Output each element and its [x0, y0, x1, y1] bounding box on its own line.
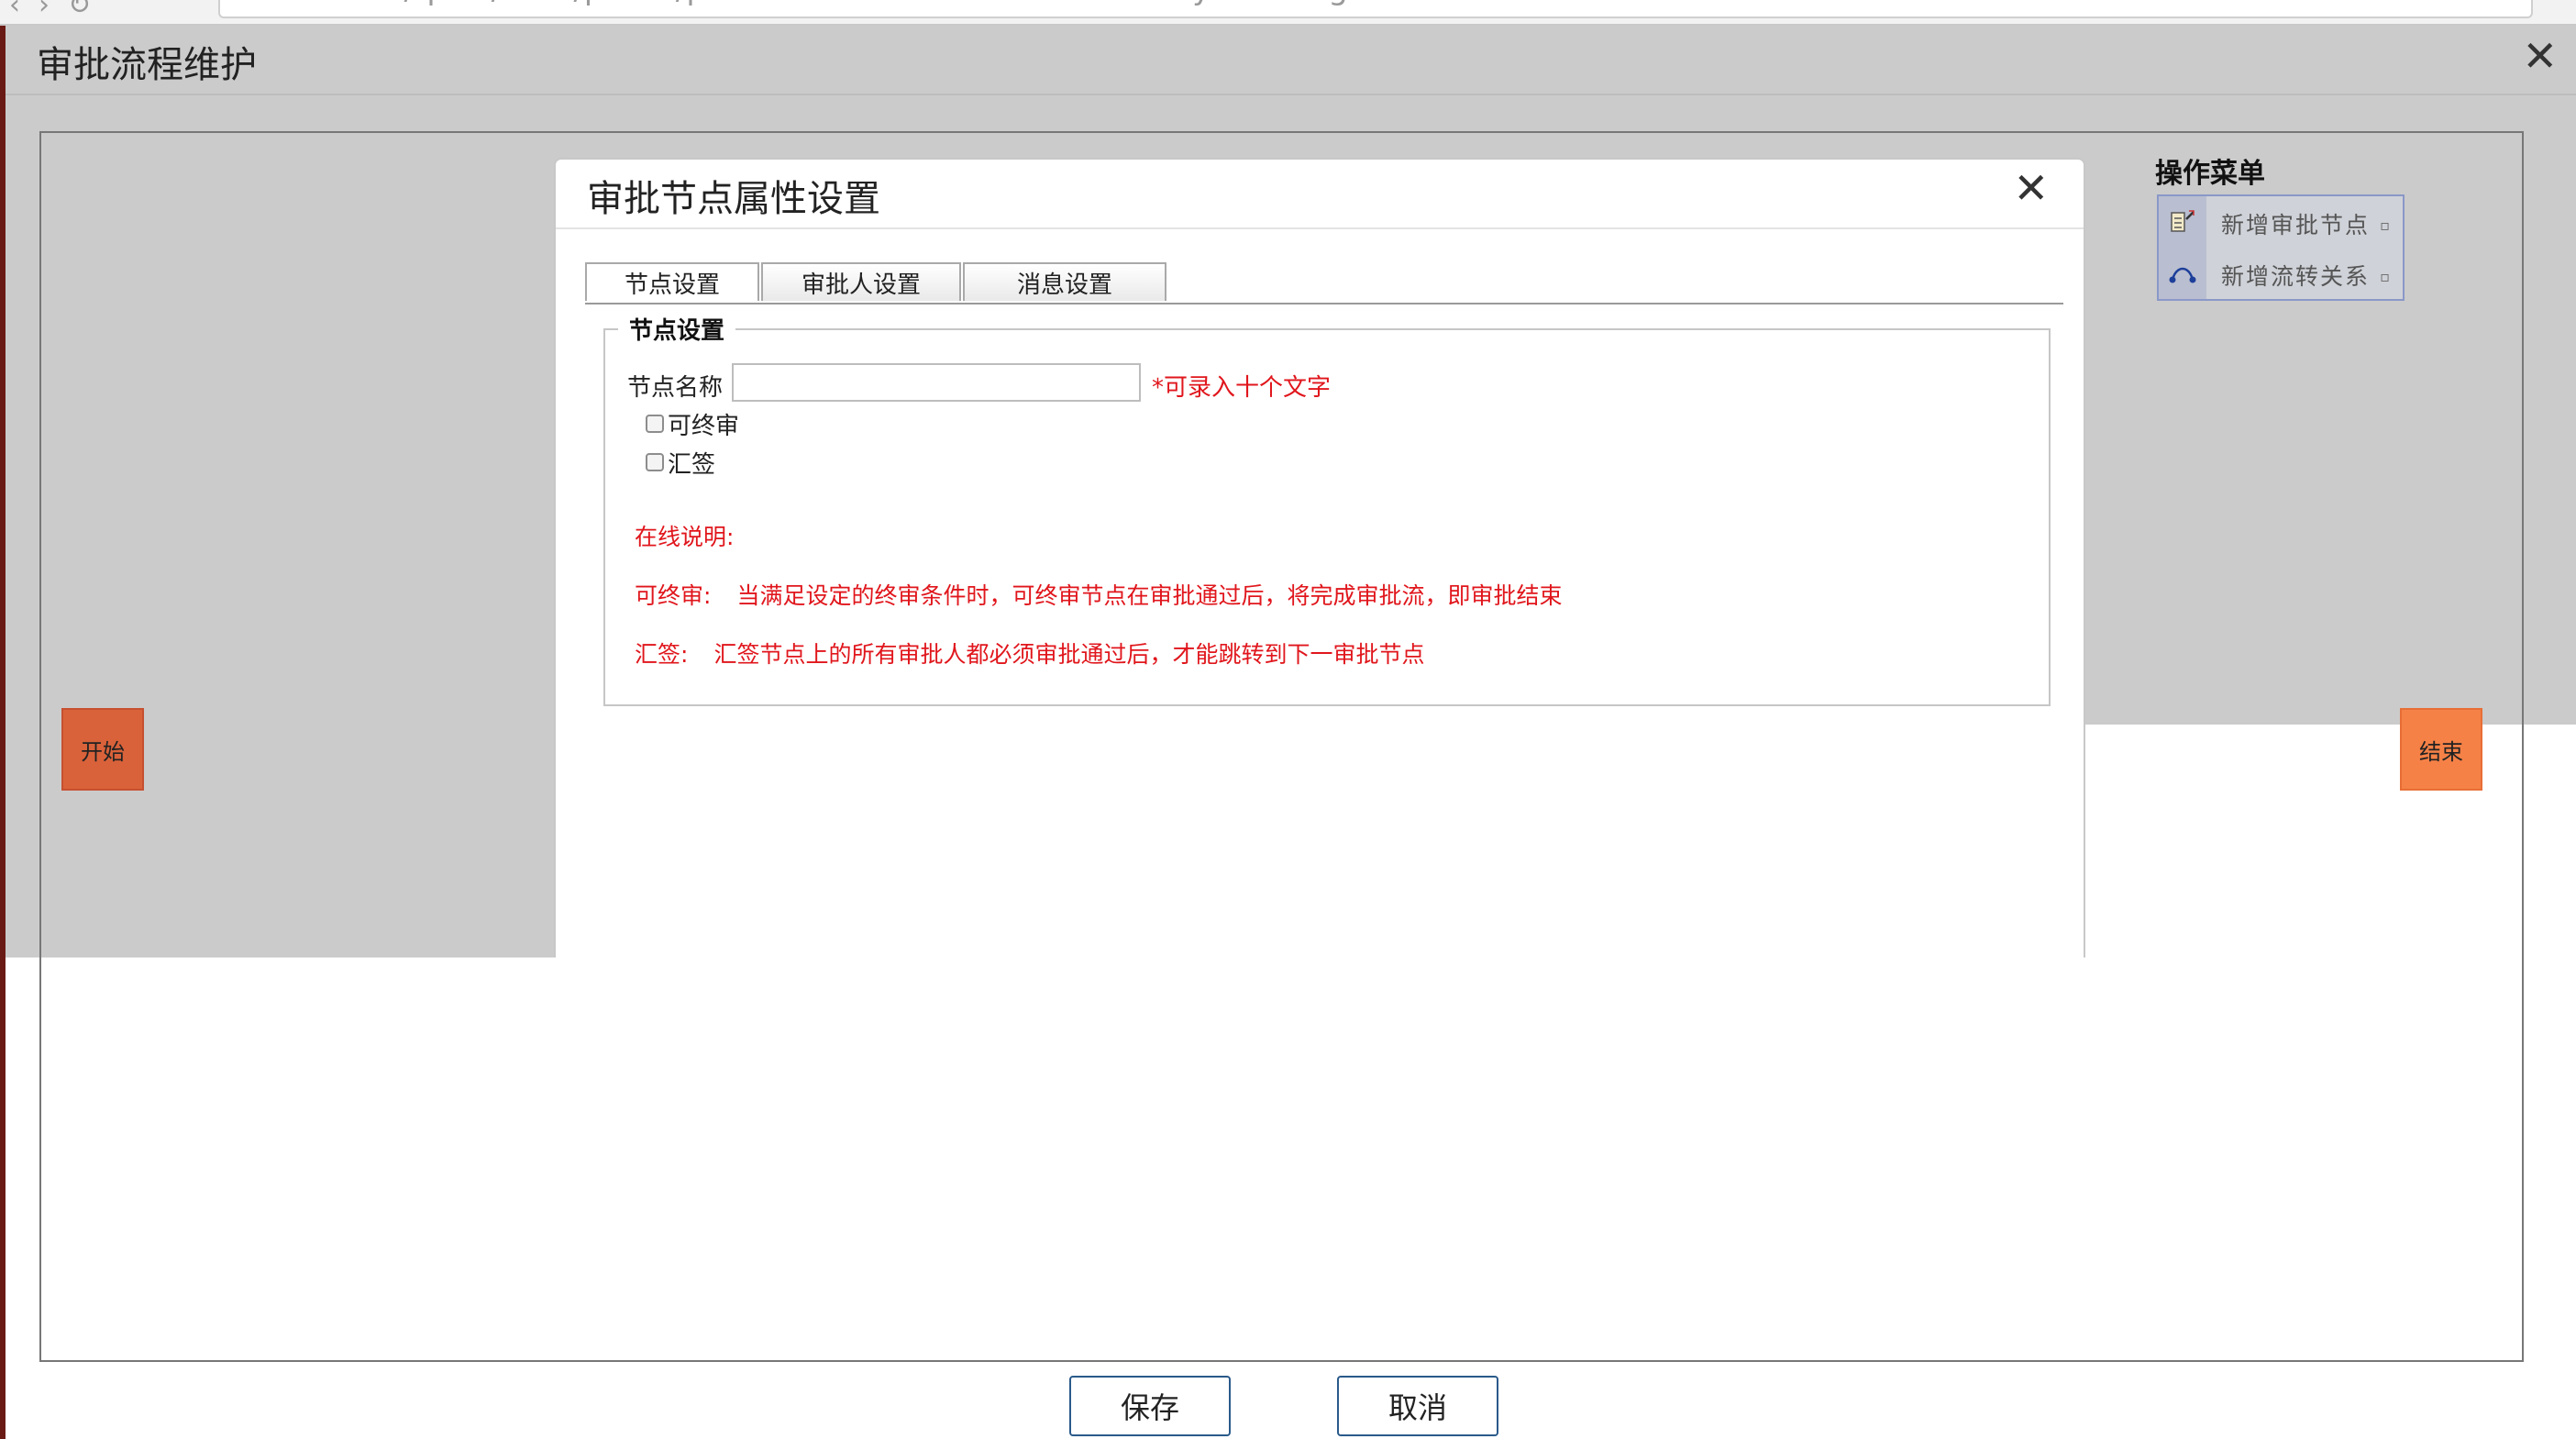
node-property-dialog: 审批节点属性设置 ✕ 节点设置 审批人设置 消息设置 节点设置 节点名称 *可录…	[554, 158, 2085, 957]
node-name-label: 节点名称	[627, 374, 724, 402]
address-text: localhost/tplus/view/portal/portalinit.?…	[264, 0, 1367, 7]
operation-menu: 新增审批节点 ▫ 新增流转关系 ▫	[2157, 194, 2405, 301]
node-dialog-title: 审批节点属性设置	[587, 178, 880, 220]
tab-message-settings[interactable]: 消息设置	[963, 262, 1166, 301]
countersign-text: 汇签节点上的所有审批人都必须审批通过后，才能跳转到下一审批节点	[713, 641, 1425, 668]
cancel-button[interactable]: 取消	[1337, 1376, 1498, 1436]
final-approval-term: 可终审:	[635, 582, 712, 609]
outer-dialog-header: 审批流程维护 ✕	[6, 26, 2576, 95]
online-help-title: 在线说明:	[635, 524, 735, 550]
node-settings-fieldset: 节点设置 节点名称 *可录入十个文字 可终审 汇签 在线说明: 可终审: 当满足设…	[603, 312, 2051, 706]
final-approval-option[interactable]: 可终审	[646, 409, 740, 440]
browser-toolbar: ‹›↻ localhost/tplus/view/portal/portalin…	[0, 0, 2576, 26]
add-relation-icon	[2168, 259, 2197, 288]
tab-approver-settings-label: 审批人设置	[801, 271, 921, 299]
tab-approver-settings[interactable]: 审批人设置	[761, 262, 961, 301]
flow-node-start-label: 开始	[81, 738, 125, 765]
tab-node-settings-label: 节点设置	[624, 271, 720, 299]
final-approval-explanation: 可终审: 当满足设定的终审条件时，可终审节点在审批通过后，将完成审批流，即审批结束	[635, 578, 1562, 611]
node-name-hint: *可录入十个文字	[1152, 374, 1332, 402]
menu-item-marker: ▫	[2380, 216, 2390, 234]
operation-menu-title: 操作菜单	[2155, 158, 2265, 190]
final-approval-checkbox[interactable]	[646, 415, 664, 433]
menu-item-add-node[interactable]: 新增审批节点 ▫	[2159, 196, 2403, 248]
menu-item-add-relation[interactable]: 新增流转关系 ▫	[2159, 248, 2403, 299]
node-dialog-header: 审批节点属性设置 ✕	[556, 160, 2084, 229]
fieldset-legend: 节点设置	[618, 312, 736, 346]
flow-node-end[interactable]: 结束	[2400, 708, 2482, 791]
menu-item-marker: ▫	[2380, 268, 2390, 285]
save-button[interactable]: 保存	[1069, 1376, 1231, 1436]
countersign-explanation: 汇签: 汇签节点上的所有审批人都必须审批通过后，才能跳转到下一审批节点	[635, 636, 1424, 670]
countersign-label: 汇签	[668, 450, 716, 479]
cancel-button-label: 取消	[1388, 1390, 1447, 1425]
node-name-input[interactable]	[732, 363, 1141, 402]
final-approval-text: 当满足设定的终审条件时，可终审节点在审批通过后，将完成审批流，即审批结束	[736, 582, 1563, 609]
countersign-option[interactable]: 汇签	[646, 448, 716, 479]
countersign-checkbox[interactable]	[646, 453, 664, 471]
tab-bar: 节点设置 审批人设置 消息设置	[585, 262, 2063, 304]
tab-node-settings[interactable]: 节点设置	[585, 262, 759, 301]
outer-dialog-title: 审批流程维护	[37, 44, 257, 86]
tab-message-settings-label: 消息设置	[1016, 271, 1112, 299]
menu-item-add-relation-label: 新增流转关系	[2221, 263, 2371, 290]
address-bar[interactable]: localhost/tplus/view/portal/portalinit.?…	[218, 0, 2533, 18]
menu-item-add-node-label: 新增审批节点	[2221, 212, 2371, 238]
countersign-term: 汇签:	[635, 641, 689, 668]
browser-nav-buttons[interactable]: ‹›↻	[9, 0, 109, 21]
close-icon[interactable]: ✕	[2013, 163, 2049, 213]
close-icon[interactable]: ✕	[2522, 31, 2558, 81]
flow-node-end-label: 结束	[2419, 738, 2463, 765]
final-approval-label: 可终审	[668, 412, 740, 440]
add-node-icon	[2168, 207, 2197, 237]
flow-node-start[interactable]: 开始	[61, 708, 144, 791]
save-button-label: 保存	[1120, 1390, 1179, 1425]
